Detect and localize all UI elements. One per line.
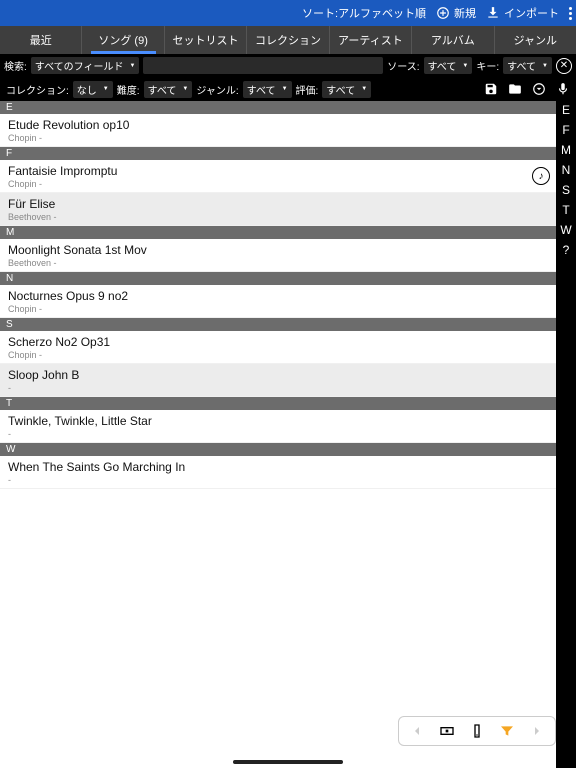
filter-row-1: 検索: すべてのフィールド ソース: すべて キー: すべて ✕ [0,54,576,77]
section-header: T [0,397,556,410]
clear-icon[interactable]: ✕ [556,58,572,74]
overflow-menu-icon[interactable] [569,7,572,20]
az-letter[interactable]: W [560,223,571,237]
sort-button[interactable]: ソート:アルファベット順 [302,5,426,21]
song-row[interactable]: Für EliseBeethoven - [0,193,556,226]
song-row[interactable]: Etude Revolution op10Chopin - [0,114,556,147]
save-icon[interactable] [484,82,498,96]
search-input[interactable] [143,57,383,74]
import-button[interactable]: インポート [486,5,559,21]
song-artist: Chopin - [8,350,548,360]
song-list[interactable]: EEtude Revolution op10Chopin -FFantaisie… [0,101,556,768]
sort-label: ソート:アルファベット順 [302,5,426,21]
song-title: Fantaisie Impromptu [8,164,548,178]
key-label: キー: [476,58,499,73]
tab[interactable]: アルバム [412,26,494,54]
song-title: Nocturnes Opus 9 no2 [8,289,548,303]
song-artist: Beethoven - [8,258,548,268]
az-letter[interactable]: M [561,143,571,157]
song-row[interactable]: When The Saints Go Marching In- [0,456,556,489]
tablet-landscape-icon[interactable] [439,723,455,739]
new-button[interactable]: 新規 [436,5,476,21]
arrow-left-icon[interactable] [409,723,425,739]
download-icon [486,6,500,20]
rating-dropdown[interactable]: すべて [322,81,371,98]
song-artist: Chopin - [8,179,548,189]
search-label: 検索: [4,58,27,73]
song-row[interactable]: Sloop John B- [0,364,556,397]
field-dropdown[interactable]: すべてのフィールド [31,57,140,74]
audio-badge-icon[interactable]: ♪ [532,167,550,185]
section-header: S [0,318,556,331]
tab-bar: 最近ソング (9)セットリストコレクションアーティストアルバムジャンル [0,26,576,54]
song-artist: Chopin - [8,133,548,143]
az-index: EFMNSTW? [556,101,576,768]
key-dropdown[interactable]: すべて [503,57,552,74]
import-label: インポート [504,5,559,21]
collection-label: コレクション: [6,82,69,97]
tab[interactable]: アーティスト [330,26,412,54]
song-row[interactable]: Moonlight Sonata 1st MovBeethoven - [0,239,556,272]
song-row[interactable]: Scherzo No2 Op31Chopin - [0,331,556,364]
az-letter[interactable]: S [562,183,570,197]
song-artist: - [8,475,548,485]
song-row[interactable]: Nocturnes Opus 9 no2Chopin - [0,285,556,318]
song-title: Scherzo No2 Op31 [8,335,548,349]
song-title: Twinkle, Twinkle, Little Star [8,414,548,428]
tab[interactable]: コレクション [247,26,329,54]
song-title: Für Elise [8,197,548,211]
az-letter[interactable]: ? [563,243,570,257]
mic-icon[interactable] [556,82,570,96]
section-header: W [0,443,556,456]
dropdown-circle-icon[interactable] [532,82,546,96]
source-dropdown[interactable]: すべて [424,57,473,74]
song-row[interactable]: Fantaisie ImpromptuChopin -♪ [0,160,556,193]
tab[interactable]: ジャンル [495,26,576,54]
genre-label: ジャンル: [196,82,238,97]
top-bar: ソート:アルファベット順 新規 インポート [0,0,576,26]
rating-label: 評価: [296,82,319,97]
filter-row-2: コレクション: なし 難度: すべて ジャンル: すべて 評価: すべて [0,77,576,101]
section-header: E [0,101,556,114]
song-title: Etude Revolution op10 [8,118,548,132]
bottom-toolbar [398,716,556,746]
az-letter[interactable]: T [562,203,569,217]
az-letter[interactable]: F [562,123,569,137]
song-artist: - [8,429,548,439]
song-artist: - [8,383,548,393]
tab[interactable]: セットリスト [165,26,247,54]
az-letter[interactable]: E [562,103,570,117]
filter-icon[interactable] [499,723,515,739]
song-artist: Chopin - [8,304,548,314]
home-indicator [233,760,343,764]
song-artist: Beethoven - [8,212,548,222]
collection-dropdown[interactable]: なし [73,81,113,98]
song-title: When The Saints Go Marching In [8,460,548,474]
section-header: M [0,226,556,239]
az-letter[interactable]: N [562,163,571,177]
plus-circle-icon [436,6,450,20]
source-label: ソース: [387,58,419,73]
difficulty-dropdown[interactable]: すべて [144,81,193,98]
tab[interactable]: 最近 [0,26,82,54]
genre-dropdown[interactable]: すべて [243,81,292,98]
arrow-right-icon[interactable] [529,723,545,739]
tab[interactable]: ソング (9) [82,26,164,54]
difficulty-label: 難度: [117,82,140,97]
song-title: Sloop John B [8,368,548,382]
section-header: F [0,147,556,160]
song-title: Moonlight Sonata 1st Mov [8,243,548,257]
tablet-portrait-icon[interactable] [469,723,485,739]
new-label: 新規 [454,5,476,21]
folder-icon[interactable] [508,82,522,96]
section-header: N [0,272,556,285]
song-row[interactable]: Twinkle, Twinkle, Little Star- [0,410,556,443]
